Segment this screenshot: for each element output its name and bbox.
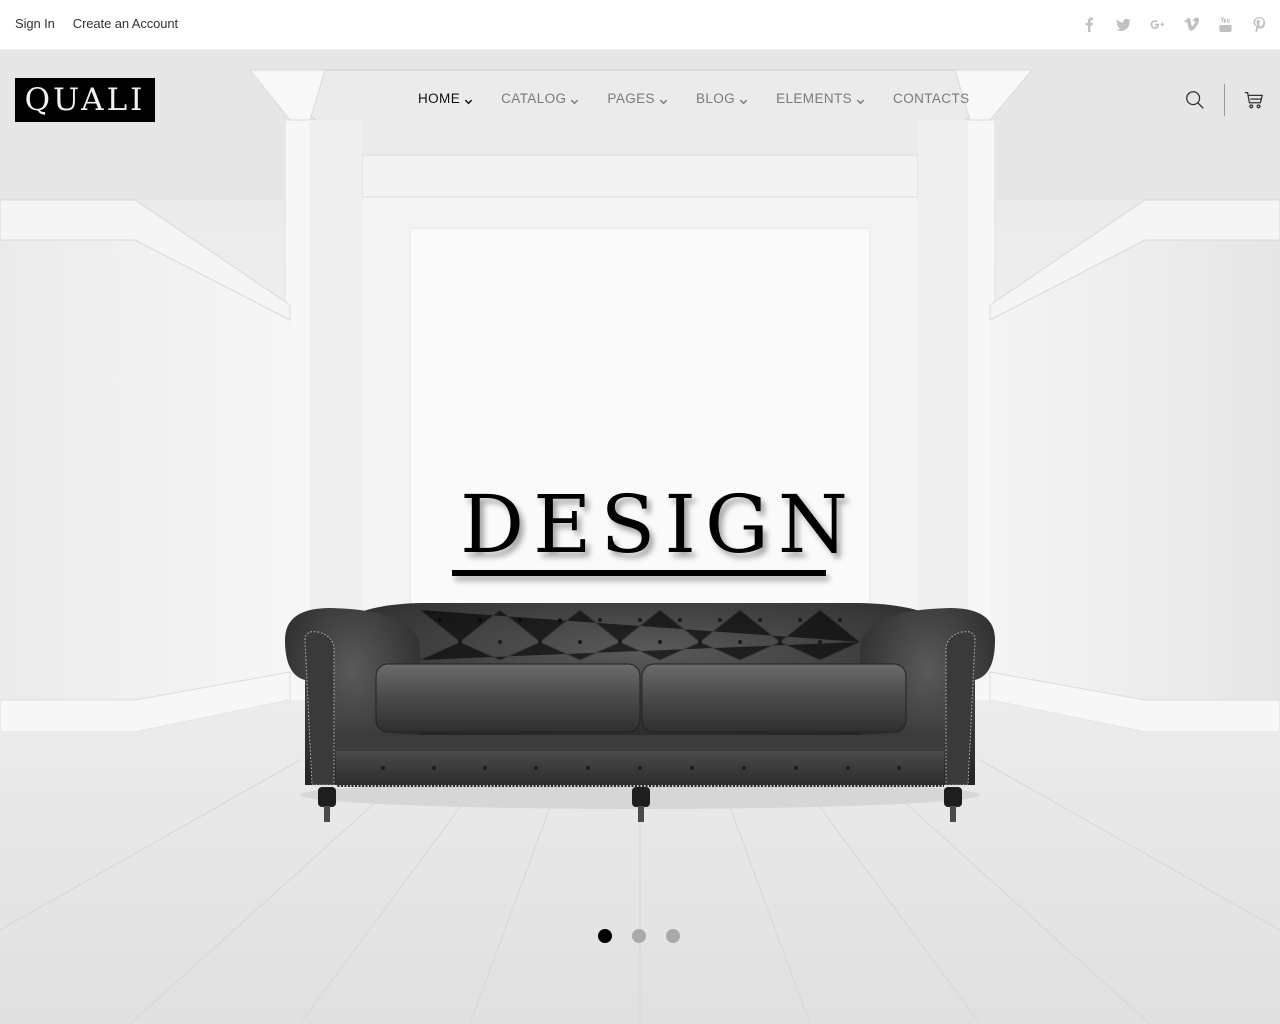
slide-dot-1[interactable] [598,929,612,943]
top-bar: Sign In Create an Account [0,0,1280,50]
nav-item-contacts[interactable]: CONTACTS [893,91,969,106]
slide-dot-2[interactable] [632,929,646,943]
search-button[interactable] [1183,88,1207,112]
chevron-down-icon [659,94,668,105]
chevron-down-icon [570,94,579,105]
create-account-link[interactable]: Create an Account [73,16,178,31]
google-plus-icon[interactable] [1148,14,1166,34]
header-divider [1224,84,1225,116]
site-logo[interactable]: QUALI [15,78,155,122]
nav-item-elements[interactable]: ELEMENTS [776,91,865,106]
slide-dot-3[interactable] [666,929,680,943]
nav-item-home[interactable]: HOME [418,91,473,106]
chevron-down-icon [856,94,865,105]
nav-item-catalog[interactable]: CATALOG [501,91,579,106]
account-links: Sign In Create an Account [15,16,178,31]
social-links [1080,14,1268,34]
nav-label: PAGES [607,91,655,106]
slider-pagination [598,929,680,943]
vimeo-icon[interactable] [1182,14,1200,34]
hero-title: DESIGN [460,478,857,571]
chevron-down-icon [464,94,473,105]
main-nav: HOME CATALOG PAGES BLOG ELEMENTS CONTACT… [418,91,998,106]
cart-icon [1244,92,1264,109]
search-icon [1186,91,1204,109]
sofa-illustration [285,603,995,822]
nav-label: HOME [418,91,461,106]
nav-item-pages[interactable]: PAGES [607,91,668,106]
sign-in-link[interactable]: Sign In [15,16,55,31]
nav-label: BLOG [695,91,736,106]
chevron-down-icon [739,94,748,105]
header-actions [1183,84,1266,116]
logo-text: QUALI [24,82,146,118]
cart-button[interactable] [1242,88,1266,112]
facebook-icon[interactable] [1080,14,1098,34]
hero-headline: DESIGN [452,478,857,576]
pinterest-icon[interactable] [1250,14,1268,34]
nav-label: ELEMENTS [776,91,853,106]
twitter-icon[interactable] [1114,14,1132,34]
nav-item-blog[interactable]: BLOG [696,91,748,106]
nav-label: CATALOG [501,91,567,106]
youtube-icon[interactable] [1216,14,1234,34]
nav-label: CONTACTS [893,91,970,106]
